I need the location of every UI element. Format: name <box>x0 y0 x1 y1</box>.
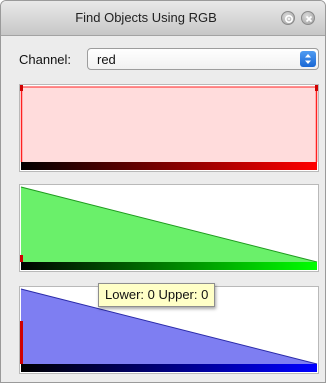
select-arrows-icon <box>300 51 316 67</box>
channel-row: Channel: red <box>1 45 325 75</box>
channel-select-value: red <box>97 52 116 67</box>
histogram-red-area <box>21 87 317 162</box>
channel-label: Channel: <box>19 52 72 67</box>
histogram-red[interactable] <box>19 84 319 172</box>
channel-select[interactable]: red <box>87 48 319 70</box>
range-tooltip: Lower: 0 Upper: 0 <box>98 283 216 307</box>
histogram-red-range-bar <box>21 162 317 170</box>
lower-handle <box>20 321 23 364</box>
window-title: Find Objects Using RGB <box>75 10 217 25</box>
histogram-green[interactable] <box>19 184 319 272</box>
close-icon[interactable] <box>301 11 315 25</box>
lower-handle <box>20 85 23 91</box>
histogram-green-range-bar <box>21 262 317 270</box>
lower-handle <box>20 255 23 262</box>
gear-icon[interactable] <box>281 11 295 25</box>
title-bar[interactable]: Find Objects Using RGB <box>1 1 325 36</box>
upper-handle <box>315 85 318 91</box>
histogram-blue-range-bar <box>21 364 317 372</box>
find-objects-window: Find Objects Using RGB Channel: red Lowe… <box>0 0 326 383</box>
